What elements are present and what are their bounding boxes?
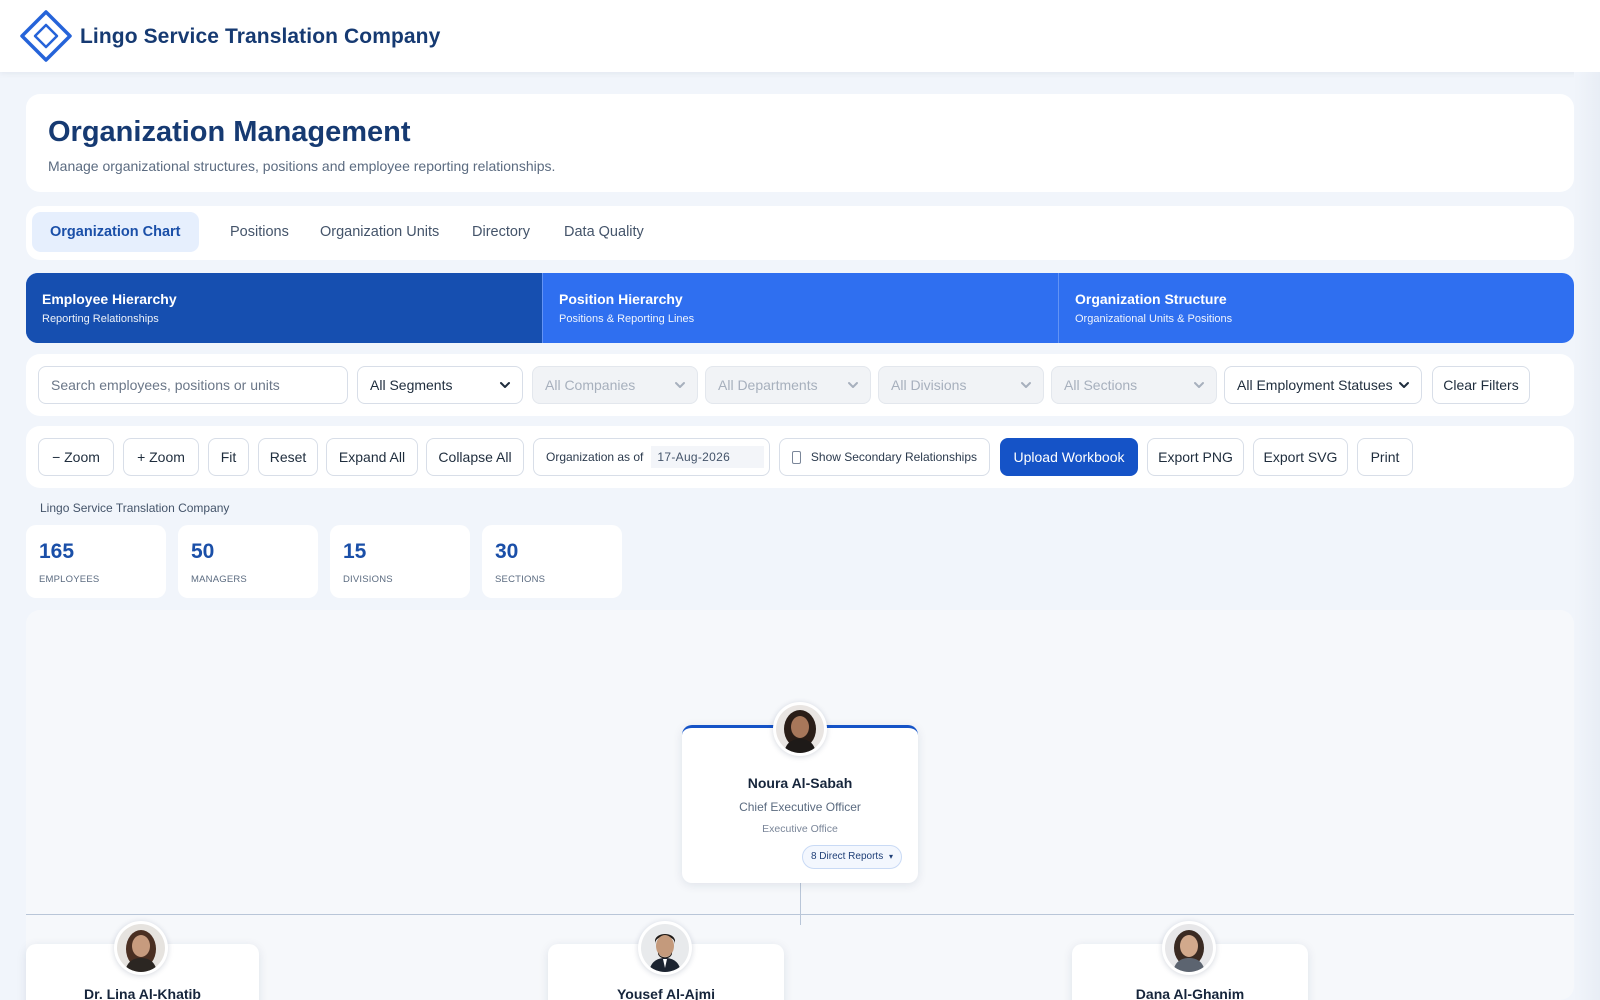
- chevron-down-icon: [500, 382, 510, 388]
- sections-select-value: All Sections: [1064, 377, 1138, 393]
- node-name: Noura Al-Sabah: [747, 775, 853, 791]
- print-button[interactable]: Print: [1357, 438, 1413, 476]
- mode-title: Position Hierarchy: [559, 291, 683, 307]
- chevron-down-icon: [1194, 382, 1204, 388]
- as-of-date-input[interactable]: 17-Aug-2026: [651, 446, 765, 468]
- chevron-down-icon: [1399, 382, 1409, 388]
- chevron-down-icon: [848, 382, 858, 388]
- zoom-in-button[interactable]: + Zoom: [123, 438, 199, 476]
- hierarchy-mode-switcher: Employee Hierarchy Reporting Relationshi…: [26, 273, 1574, 343]
- page-scrollbar[interactable]: [1574, 72, 1600, 1000]
- node-unit: Executive Office: [762, 823, 838, 835]
- as-of-label: Organization as of: [546, 450, 644, 464]
- page-header: Organization Management Manage organizat…: [26, 94, 1574, 192]
- stat-value: 165: [39, 540, 75, 563]
- as-of-date-field[interactable]: Organization as of 17-Aug-2026: [533, 438, 770, 476]
- zoom-out-button[interactable]: − Zoom: [38, 438, 114, 476]
- avatar: [114, 921, 168, 975]
- employment-status-select[interactable]: All Employment Statuses: [1224, 366, 1422, 404]
- mode-position-hierarchy[interactable]: Position Hierarchy Positions & Reporting…: [542, 273, 1058, 343]
- stat-value: 30: [495, 540, 519, 563]
- tab-positions[interactable]: Positions: [212, 212, 307, 252]
- node-name: Dr. Lina Al-Khatib: [84, 986, 201, 1000]
- segments-select-value: All Segments: [370, 377, 453, 393]
- mode-title: Employee Hierarchy: [42, 291, 177, 307]
- mode-subtitle: Organizational Units & Positions: [1075, 313, 1233, 325]
- direct-reports-label: 8 Direct Reports: [810, 851, 884, 862]
- divisions-select-value: All Divisions: [891, 377, 967, 393]
- organization-caption: Lingo Service Translation Company: [40, 501, 230, 515]
- mode-title: Organization Structure: [1075, 291, 1227, 307]
- chevron-down-icon: [675, 382, 685, 388]
- stat-managers: 50 Managers: [178, 525, 318, 598]
- export-svg-button[interactable]: Export SVG: [1253, 438, 1348, 476]
- stat-sections: 30 Sections: [482, 525, 622, 598]
- avatar: [773, 702, 827, 756]
- avatar: [638, 921, 692, 975]
- mode-organization-structure[interactable]: Organization Structure Organizational Un…: [1058, 273, 1574, 343]
- chevron-down-icon: [1021, 382, 1031, 388]
- mode-employee-hierarchy[interactable]: Employee Hierarchy Reporting Relationshi…: [26, 273, 542, 343]
- collapse-all-button[interactable]: Collapse All: [426, 438, 524, 476]
- stat-label: Sections: [495, 574, 546, 585]
- person-female-icon: [776, 705, 824, 753]
- companies-select[interactable]: All Companies: [532, 366, 698, 404]
- caret-down-icon: ▾: [888, 852, 893, 861]
- companies-select-value: All Companies: [545, 377, 636, 393]
- person-female-icon: [117, 924, 165, 972]
- sections-select[interactable]: All Sections: [1051, 366, 1217, 404]
- secondary-relationships-checkbox[interactable]: [792, 450, 801, 464]
- tab-data-quality[interactable]: Data Quality: [546, 212, 662, 252]
- tab-organization-chart[interactable]: Organization Chart: [32, 212, 199, 252]
- clear-filters-button[interactable]: Clear Filters: [1432, 366, 1530, 404]
- segments-select[interactable]: All Segments: [357, 366, 523, 404]
- secondary-relationships-toggle[interactable]: Show Secondary Relationships: [779, 438, 990, 476]
- search-input[interactable]: Search employees, positions or units: [38, 366, 348, 404]
- mode-subtitle: Positions & Reporting Lines: [559, 313, 695, 325]
- fit-button[interactable]: Fit: [208, 438, 249, 476]
- page-title: Organization Management: [48, 116, 411, 148]
- export-png-button[interactable]: Export PNG: [1147, 438, 1244, 476]
- upload-workbook-button[interactable]: Upload Workbook: [1000, 438, 1138, 476]
- stat-label: Managers: [191, 574, 247, 585]
- avatar: [1162, 921, 1216, 975]
- divisions-select[interactable]: All Divisions: [878, 366, 1044, 404]
- company-logo-icon: [20, 10, 72, 62]
- employment-status-select-value: All Employment Statuses: [1237, 377, 1393, 393]
- stat-value: 50: [191, 540, 215, 563]
- stat-value: 15: [343, 540, 367, 563]
- connector-line: [26, 914, 1574, 915]
- main-tabs: Organization Chart Positions Organizatio…: [26, 206, 1574, 260]
- expand-all-button[interactable]: Expand All: [326, 438, 418, 476]
- chart-toolbar: − Zoom + Zoom Fit Reset Expand All Colla…: [26, 426, 1574, 488]
- mode-subtitle: Reporting Relationships: [42, 313, 159, 325]
- person-male-icon: [641, 924, 689, 972]
- node-title: Chief Executive Officer: [739, 800, 861, 814]
- stat-divisions: 15 Divisions: [330, 525, 470, 598]
- reset-button[interactable]: Reset: [258, 438, 318, 476]
- company-name: Lingo Service Translation Company: [80, 25, 441, 48]
- page-subtitle: Manage organizational structures, positi…: [48, 158, 556, 174]
- tab-directory[interactable]: Directory: [454, 212, 548, 252]
- direct-reports-toggle[interactable]: 8 Direct Reports ▾: [801, 845, 902, 869]
- org-chart-canvas[interactable]: Noura Al-Sabah Chief Executive Officer E…: [26, 610, 1574, 1000]
- stat-label: Employees: [39, 574, 100, 585]
- node-name: Dana Al-Ghanim: [1135, 986, 1245, 1000]
- person-female-icon: [1165, 924, 1213, 972]
- tab-organization-units[interactable]: Organization Units: [302, 212, 457, 252]
- departments-select-value: All Departments: [718, 377, 818, 393]
- stat-label: Divisions: [343, 574, 393, 585]
- filter-bar: Search employees, positions or units All…: [26, 354, 1574, 416]
- departments-select[interactable]: All Departments: [705, 366, 871, 404]
- top-bar: Lingo Service Translation Company: [0, 0, 1600, 72]
- secondary-relationships-label: Show Secondary Relationships: [810, 450, 977, 464]
- node-name: Yousef Al-Ajmi: [616, 986, 715, 1000]
- connector-line: [800, 883, 801, 925]
- stat-employees: 165 Employees: [26, 525, 166, 598]
